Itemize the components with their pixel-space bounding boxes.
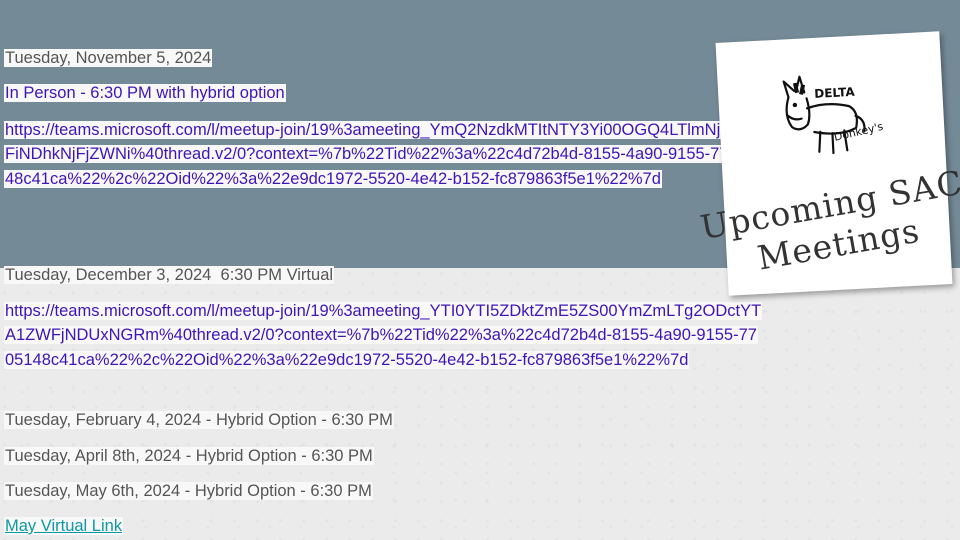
dec-line: Tuesday, December 3, 2024 6:30 PM Virtua… <box>4 266 335 284</box>
nov-teams-link[interactable]: https://teams.microsoft.com/l/meetup-joi… <box>4 118 764 191</box>
delta-donkey-logo: DELTA Donkey's <box>782 75 885 155</box>
logo-text-delta: DELTA <box>814 85 856 101</box>
feb-line: Tuesday, February 4, 2024 - Hybrid Optio… <box>4 411 394 429</box>
logo-text-donkeys: Donkey's <box>833 120 885 144</box>
donkey-eye-icon <box>792 102 798 108</box>
may-virtual-link[interactable]: May Virtual Link <box>4 515 124 538</box>
dec-teams-link[interactable]: https://teams.microsoft.com/l/meetup-joi… <box>4 299 764 372</box>
sac-card: DELTA Donkey's Upcoming SAC Meetings <box>697 31 960 296</box>
apr-line: Tuesday, April 8th, 2024 - Hybrid Option… <box>4 447 374 465</box>
nov-detail: In Person - 6:30 PM with hybrid option <box>4 84 286 102</box>
nov-date: Tuesday, November 5, 2024 <box>4 49 213 67</box>
may-line: Tuesday, May 6th, 2024 - Hybrid Option -… <box>4 482 373 500</box>
